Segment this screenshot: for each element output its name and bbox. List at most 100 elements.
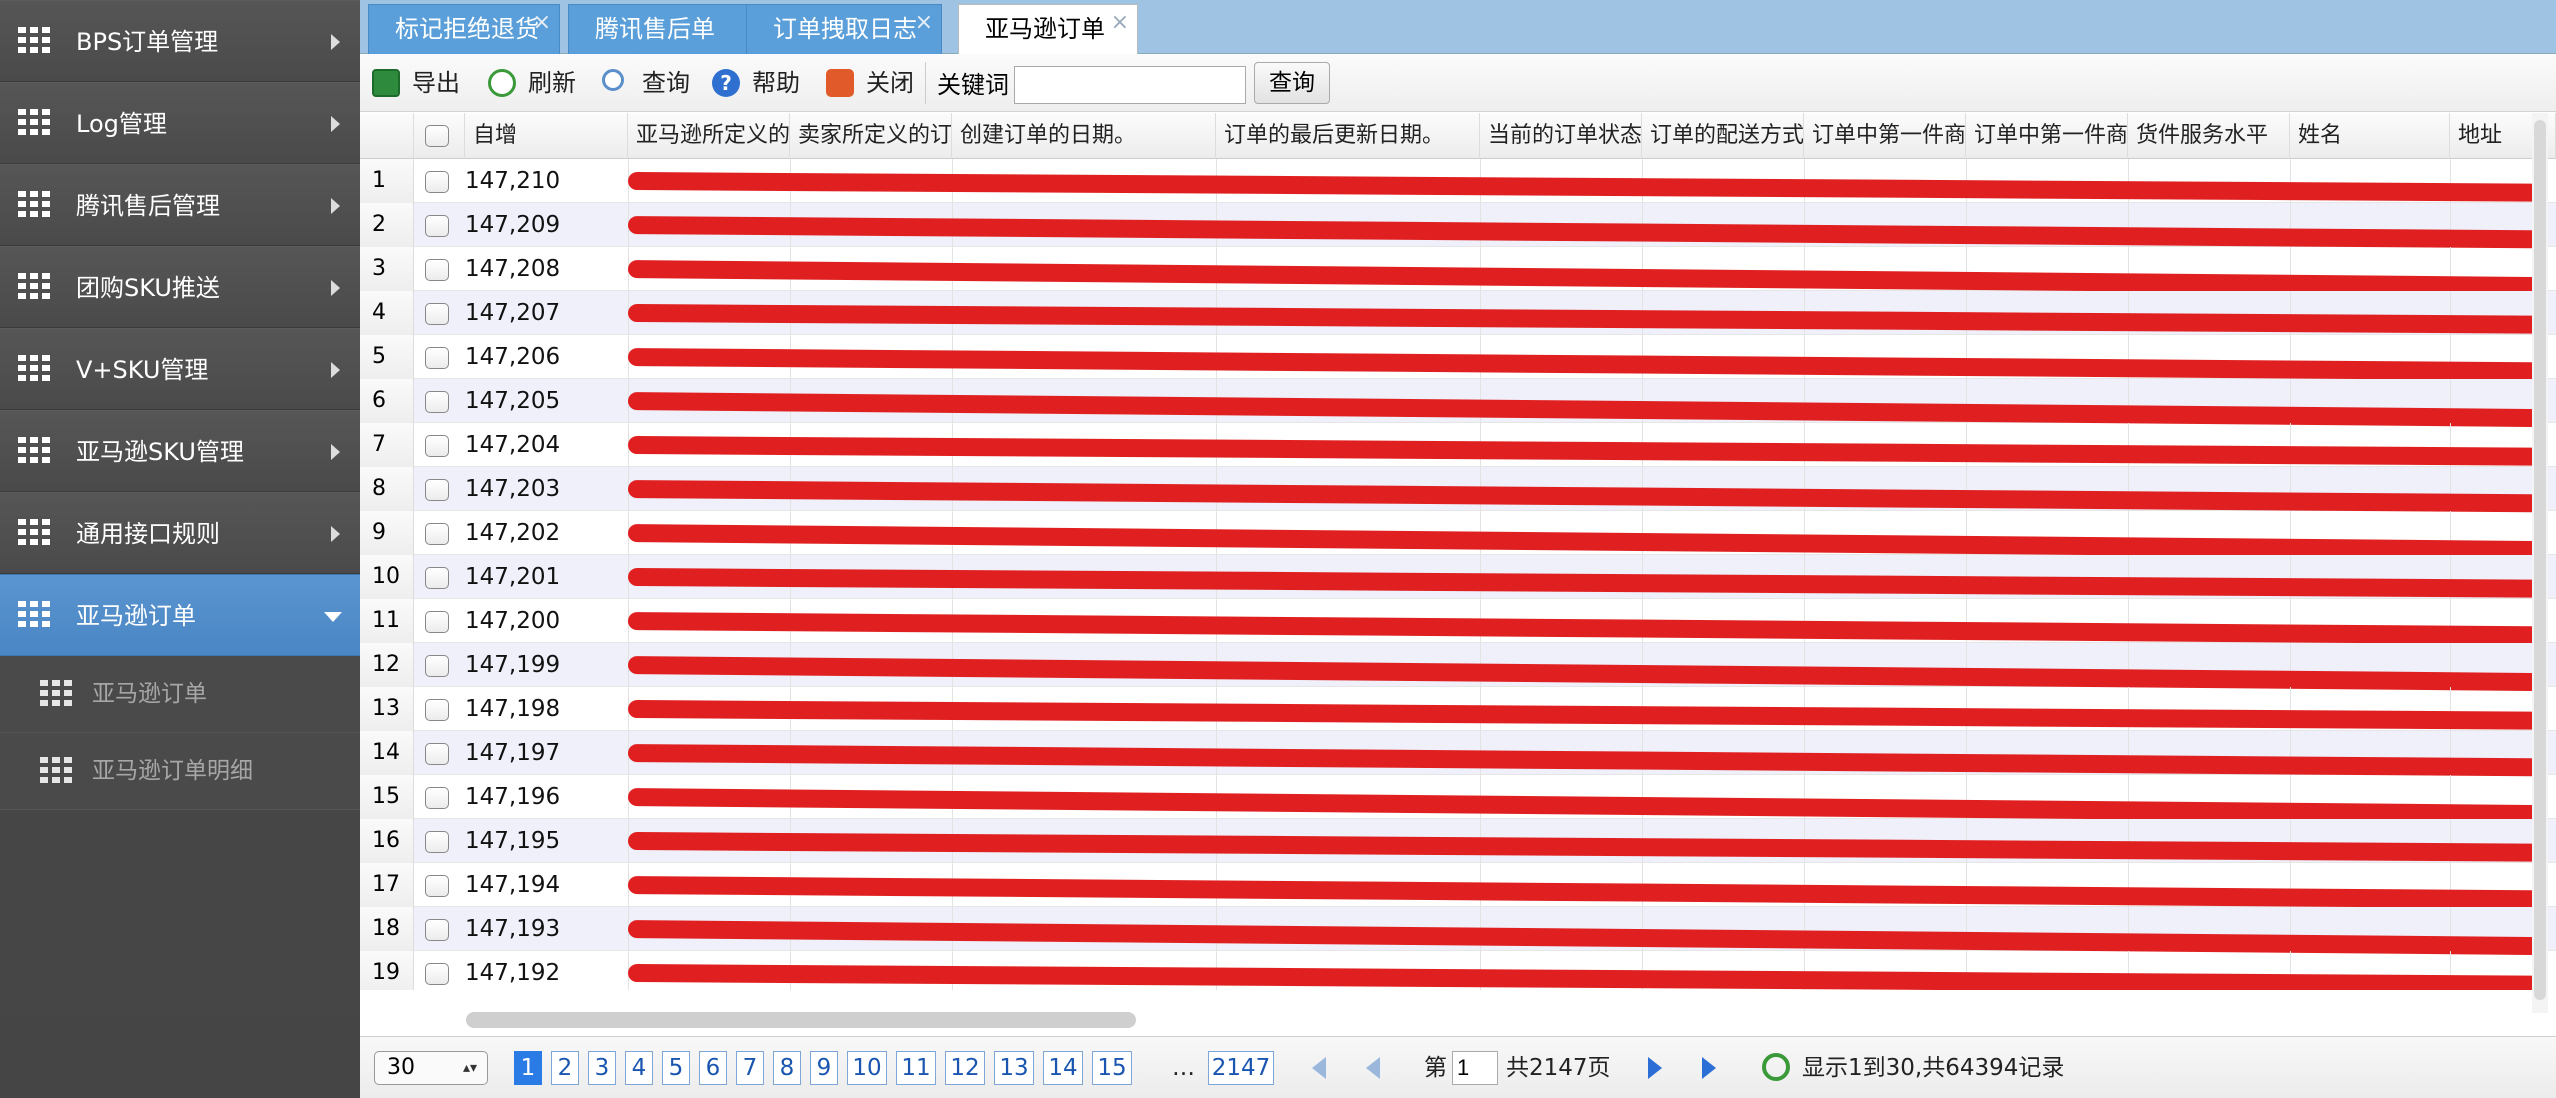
page-button-13[interactable]: 13: [994, 1051, 1034, 1085]
column-header-0[interactable]: 自增: [465, 113, 628, 159]
close-icon[interactable]: ×: [533, 3, 551, 43]
sidebar-item-3[interactable]: 团购SKU推送: [0, 246, 360, 328]
row-checkbox[interactable]: [425, 963, 449, 985]
tab-3[interactable]: 亚马逊订单 ×: [958, 4, 1138, 54]
sidebar-subitem-0[interactable]: 亚马逊订单: [0, 656, 360, 733]
sidebar-item-1[interactable]: Log管理: [0, 82, 360, 164]
row-checkbox[interactable]: [425, 259, 449, 281]
page-button-10[interactable]: 10: [847, 1051, 887, 1085]
table-row[interactable]: 4 147,207: [360, 291, 2556, 335]
row-checkbox[interactable]: [425, 171, 449, 193]
vertical-scrollbar[interactable]: [2534, 120, 2546, 1000]
query-button[interactable]: 查询: [602, 64, 692, 102]
table-row[interactable]: 8 147,203: [360, 467, 2556, 513]
row-checkbox[interactable]: [425, 523, 449, 545]
page-button-9[interactable]: 9: [810, 1051, 838, 1085]
keyword-input[interactable]: [1014, 66, 1246, 104]
column-header-3[interactable]: 创建订单的日期。: [952, 113, 1216, 159]
page-button-1[interactable]: 1: [514, 1051, 542, 1085]
page-button-6[interactable]: 6: [699, 1051, 727, 1085]
sidebar-item-7[interactable]: 亚马逊订单: [0, 574, 360, 656]
sidebar-item-2[interactable]: 腾讯售后管理: [0, 164, 360, 246]
horizontal-scrollbar[interactable]: [466, 1012, 1136, 1028]
tab-0[interactable]: 标记拒绝退货 ×: [368, 4, 560, 54]
table-row[interactable]: 2 147,209: [360, 203, 2556, 249]
row-checkbox[interactable]: [425, 699, 449, 721]
current-page-input[interactable]: [1452, 1051, 1498, 1085]
row-checkbox[interactable]: [425, 831, 449, 853]
column-header-4[interactable]: 订单的最后更新日期。: [1216, 113, 1480, 159]
table-row[interactable]: 6 147,205: [360, 379, 2556, 428]
row-checkbox[interactable]: [425, 347, 449, 369]
row-checkbox[interactable]: [425, 875, 449, 897]
last-page-icon[interactable]: [1702, 1057, 1716, 1079]
sidebar-item-4[interactable]: V+SKU管理: [0, 328, 360, 410]
column-header-8[interactable]: 订单中第一件商: [1966, 113, 2128, 159]
row-checkbox[interactable]: [425, 215, 449, 237]
table-row[interactable]: 12 147,199: [360, 643, 2556, 692]
next-page-icon[interactable]: [1648, 1057, 1662, 1079]
table-row[interactable]: 13 147,198: [360, 687, 2556, 731]
prev-page-icon[interactable]: [1366, 1057, 1380, 1079]
sidebar-subitem-1[interactable]: 亚马逊订单明细: [0, 733, 360, 810]
column-header-5[interactable]: 当前的订单状态: [1480, 113, 1642, 159]
row-checkbox[interactable]: [425, 303, 449, 325]
table-row[interactable]: 11 147,200: [360, 599, 2556, 645]
column-header-9[interactable]: 货件服务水平: [2128, 113, 2290, 159]
table-row[interactable]: 19 147,192: [360, 951, 2556, 990]
page-button-7[interactable]: 7: [736, 1051, 764, 1085]
row-checkbox[interactable]: [425, 611, 449, 633]
page-button-12[interactable]: 12: [945, 1051, 985, 1085]
select-all-checkbox[interactable]: [425, 125, 449, 147]
search-button[interactable]: 查询: [1254, 62, 1330, 104]
table-row[interactable]: 17 147,194: [360, 863, 2556, 909]
row-checkbox[interactable]: [425, 743, 449, 765]
column-header-1[interactable]: 亚马逊所定义的: [628, 113, 790, 159]
page-button-last[interactable]: 2147: [1208, 1051, 1274, 1085]
close-icon[interactable]: ×: [1111, 3, 1129, 43]
page-button-8[interactable]: 8: [773, 1051, 801, 1085]
page-button-15[interactable]: 15: [1092, 1051, 1132, 1085]
close-button[interactable]: 关闭: [826, 64, 916, 102]
column-header-10[interactable]: 姓名: [2290, 113, 2450, 159]
table-row[interactable]: 1 147,210: [360, 159, 2556, 203]
help-icon: ?: [712, 69, 740, 97]
grid-icon: [18, 519, 50, 547]
tab-2[interactable]: 订单拽取日志 ×: [746, 4, 942, 54]
page-button-2[interactable]: 2: [551, 1051, 579, 1085]
table-row[interactable]: 10 147,201: [360, 555, 2556, 599]
column-header-6[interactable]: 订单的配送方式: [1642, 113, 1804, 159]
row-checkbox[interactable]: [425, 435, 449, 457]
table-row[interactable]: 7 147,204: [360, 423, 2556, 467]
row-checkbox[interactable]: [425, 479, 449, 501]
export-button[interactable]: 导出: [372, 64, 460, 102]
column-header-7[interactable]: 订单中第一件商: [1804, 113, 1966, 159]
row-checkbox[interactable]: [425, 919, 449, 941]
sidebar-item-0[interactable]: BPS订单管理: [0, 0, 360, 82]
page-button-14[interactable]: 14: [1043, 1051, 1083, 1085]
sidebar-item-6[interactable]: 通用接口规则: [0, 492, 360, 574]
help-button[interactable]: ? 帮助: [712, 64, 802, 102]
row-checkbox[interactable]: [425, 567, 449, 589]
close-icon[interactable]: ×: [915, 3, 933, 43]
row-checkbox[interactable]: [425, 391, 449, 413]
pager-refresh-icon[interactable]: [1762, 1053, 1790, 1081]
table-row[interactable]: 14 147,197: [360, 731, 2556, 777]
sidebar-item-5[interactable]: 亚马逊SKU管理: [0, 410, 360, 492]
table-row[interactable]: 16 147,195: [360, 819, 2556, 863]
table-row[interactable]: 5 147,206: [360, 335, 2556, 381]
table-row[interactable]: 18 147,193: [360, 907, 2556, 956]
first-page-icon[interactable]: [1312, 1057, 1326, 1079]
row-checkbox[interactable]: [425, 655, 449, 677]
page-button-4[interactable]: 4: [625, 1051, 653, 1085]
table-row[interactable]: 15 147,196: [360, 775, 2556, 824]
page-button-3[interactable]: 3: [588, 1051, 616, 1085]
column-header-2[interactable]: 卖家所定义的订: [790, 113, 952, 159]
page-button-11[interactable]: 11: [896, 1051, 936, 1085]
table-row[interactable]: 9 147,202: [360, 511, 2556, 560]
refresh-button[interactable]: 刷新: [488, 64, 578, 102]
table-row[interactable]: 3 147,208: [360, 247, 2556, 296]
page-button-5[interactable]: 5: [662, 1051, 690, 1085]
row-checkbox[interactable]: [425, 787, 449, 809]
page-size-select[interactable]: 30 ▴▾: [374, 1051, 488, 1085]
